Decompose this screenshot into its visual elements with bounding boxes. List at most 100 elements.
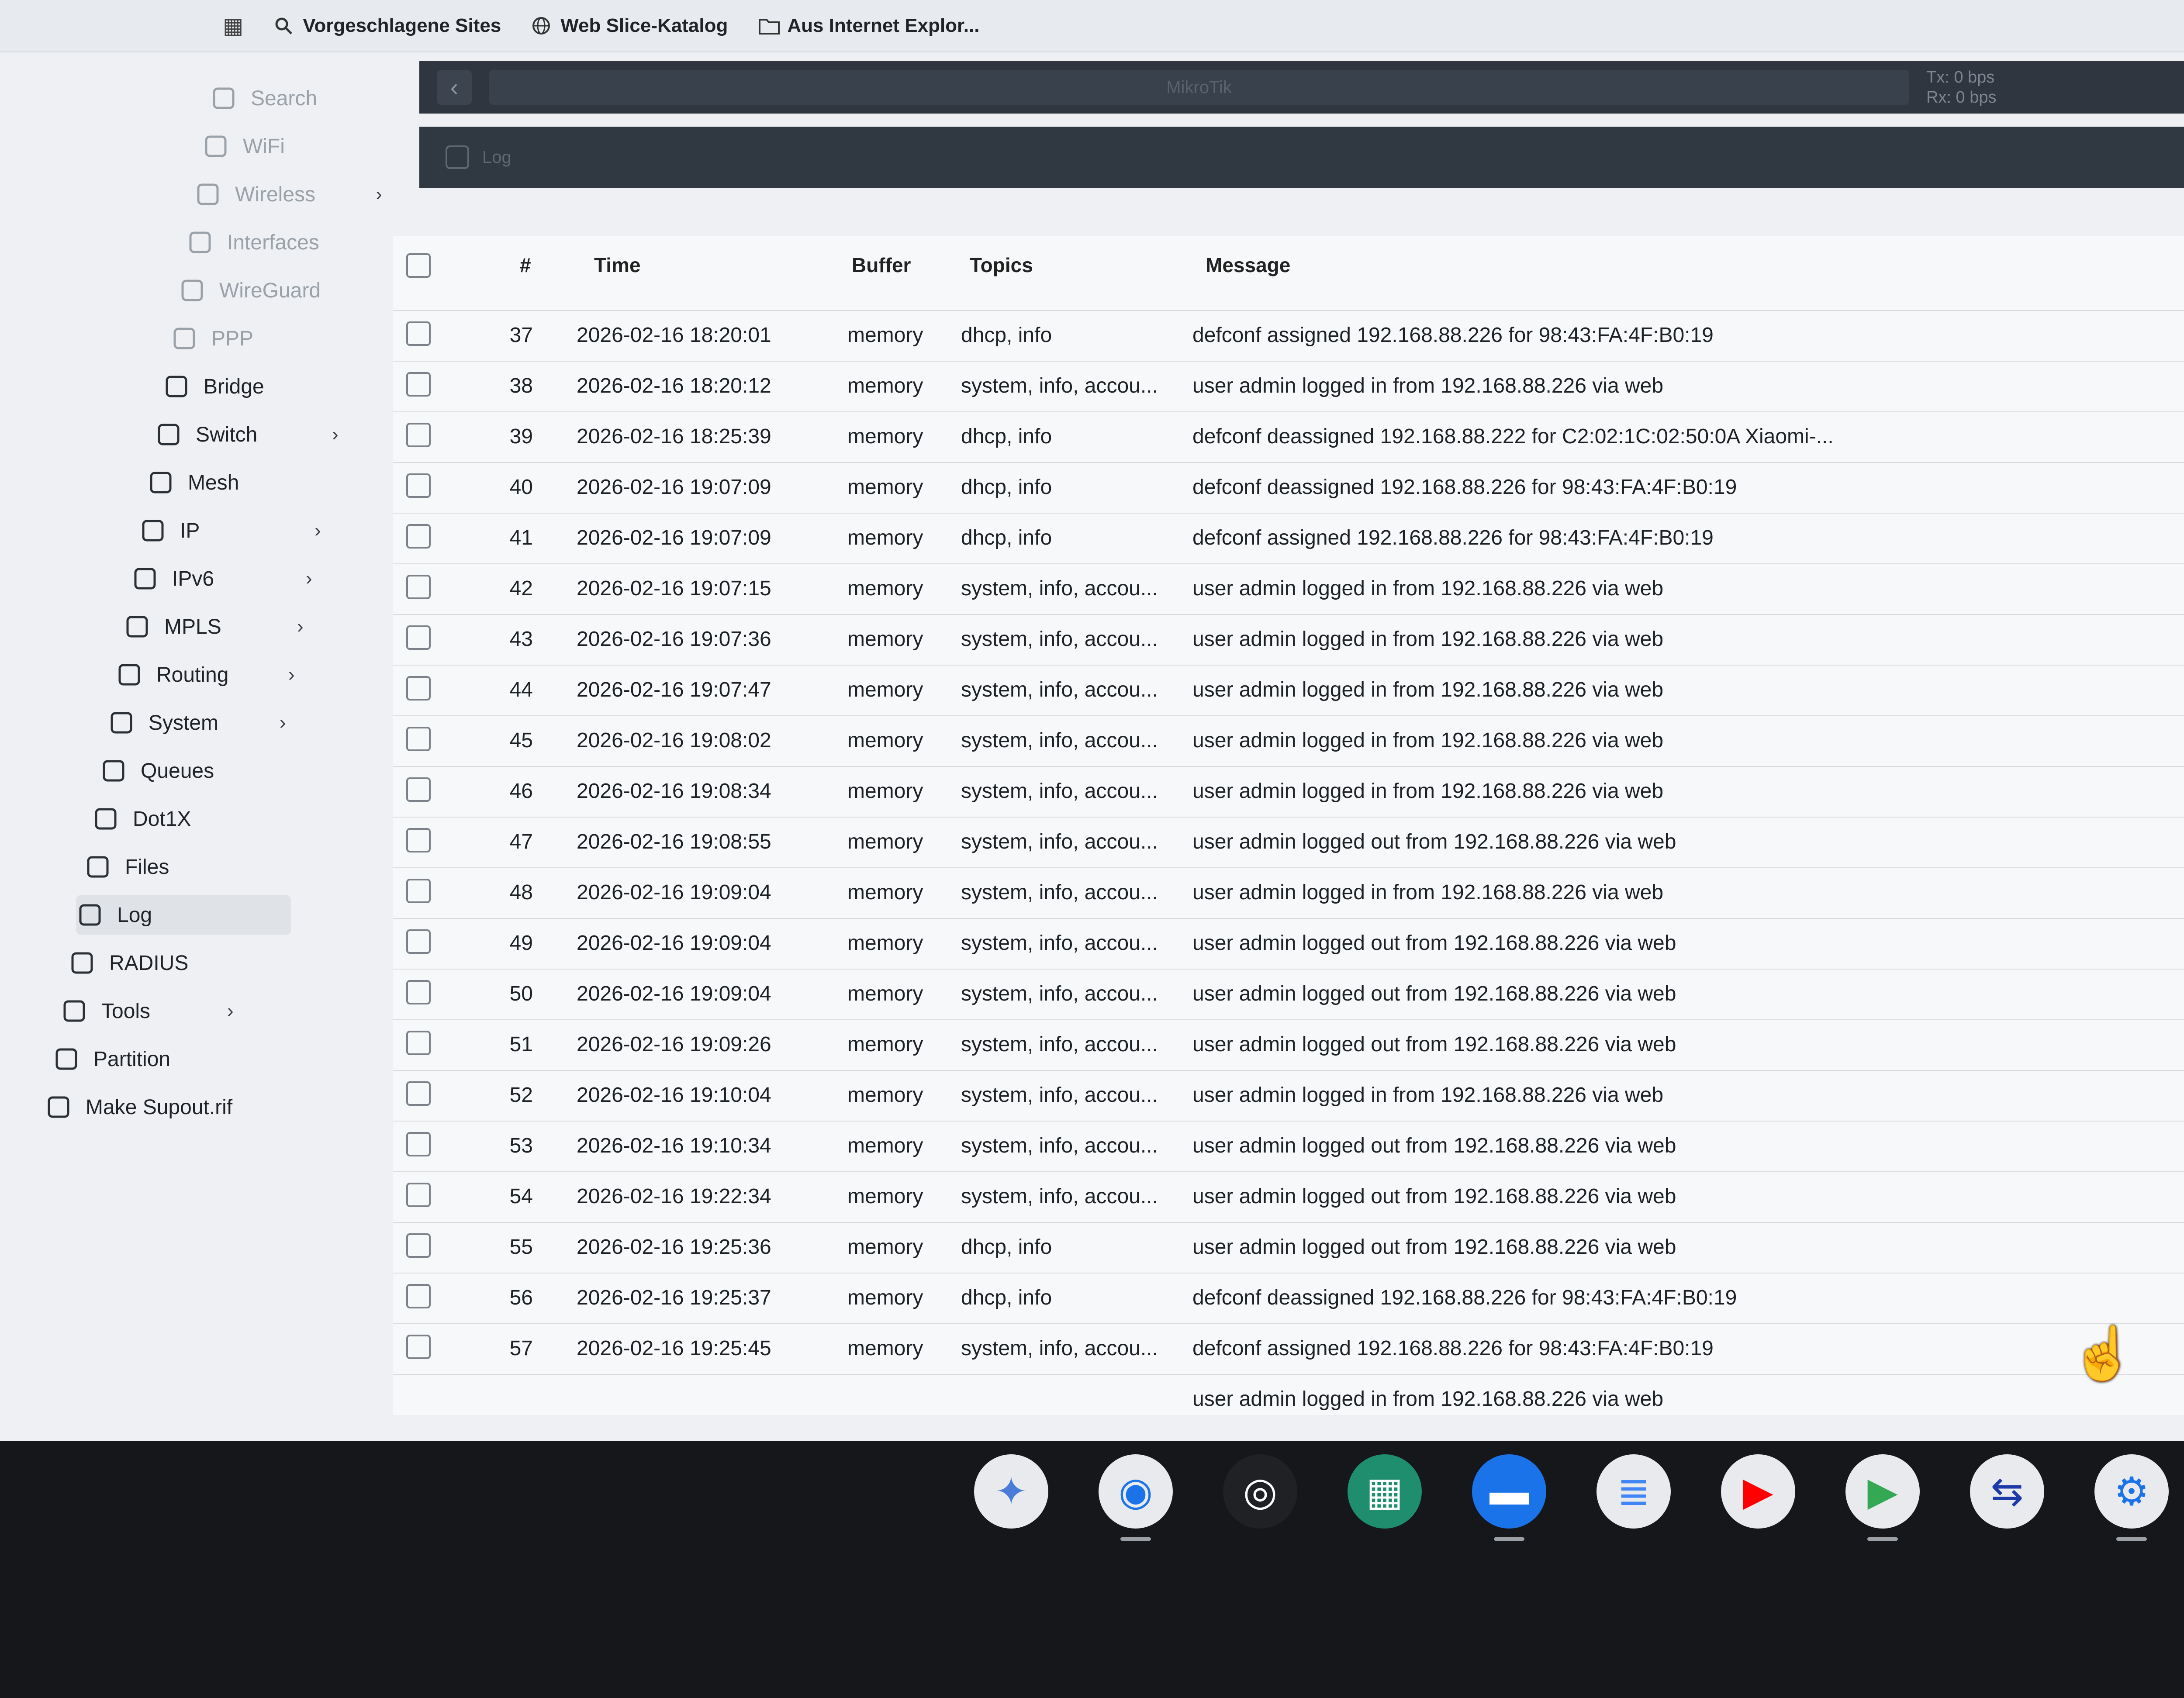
cell-num: 43: [509, 628, 533, 651]
table-row[interactable]: 39 2026-02-16 18:25:39 memory dhcp, info def…: [393, 411, 2184, 460]
row-checkbox[interactable]: [406, 321, 431, 346]
table-row[interactable]: 54 2026-02-16 19:22:34 memory system, info,…: [393, 1171, 2184, 1220]
settings-icon[interactable]: ⚙: [2094, 1454, 2169, 1529]
chevron-right-icon: ›: [227, 1000, 234, 1022]
row-checkbox[interactable]: [406, 777, 431, 802]
cell-time: 2026-02-16 19:10:34: [577, 1134, 771, 1157]
table-row[interactable]: 38 2026-02-16 18:20:12 memory system, info,…: [393, 361, 2184, 410]
row-checkbox[interactable]: [406, 879, 431, 903]
column-header-buffer[interactable]: Buffer: [852, 253, 911, 277]
docs-icon[interactable]: ≣: [1597, 1454, 1671, 1529]
podcast-icon[interactable]: ◎: [1223, 1454, 1297, 1529]
play-store-icon[interactable]: ▶: [1845, 1454, 1920, 1529]
table-row[interactable]: 55 2026-02-16 19:25:36 memory dhcp, info use…: [393, 1222, 2184, 1271]
favorite-folder-internet-explorer[interactable]: Aus Internet Explor...: [758, 15, 979, 37]
table-row[interactable]: 47 2026-02-16 19:08:55 memory system, info,…: [393, 817, 2184, 866]
favorite-suggested-sites[interactable]: Vorgeschlagene Sites: [274, 15, 501, 37]
row-checkbox[interactable]: [406, 524, 431, 549]
sidebar-item-ppp[interactable]: PPP: [170, 319, 406, 358]
table-row[interactable]: 44 2026-02-16 19:07:47 memory system, info,…: [393, 665, 2184, 714]
favorite-web-slice-gallery[interactable]: Web Slice-Katalog: [532, 15, 728, 37]
cell-num: 40: [509, 476, 533, 499]
sidebar-item-mesh[interactable]: Mesh: [147, 463, 377, 502]
launcher-icon[interactable]: ▦: [1348, 1454, 1422, 1529]
cell-buffer: memory: [847, 1134, 923, 1157]
sidebar-item-mpls[interactable]: MPLS ›: [123, 607, 349, 646]
table-row[interactable]: 42 2026-02-16 19:07:15 memory system, info,…: [393, 563, 2184, 612]
row-checkbox[interactable]: [406, 1081, 431, 1106]
row-checkbox[interactable]: [406, 1284, 431, 1308]
row-checkbox[interactable]: [406, 625, 431, 650]
cell-topics: system, info, accou...: [961, 1337, 1158, 1360]
sidebar-item-make-supout-rif[interactable]: Make Supout.rif: [45, 1087, 252, 1127]
remote-desktop-icon[interactable]: ⇆: [1970, 1454, 2044, 1529]
table-row[interactable]: 51 2026-02-16 19:09:26 memory system, info,…: [393, 1019, 2184, 1068]
apps-grid-icon[interactable]: ▦: [223, 13, 243, 38]
row-checkbox[interactable]: [406, 1233, 431, 1258]
cell-message: user admin logged out from 192.168.88.22…: [1192, 830, 1676, 853]
chrome-icon[interactable]: ◉: [1099, 1454, 1173, 1529]
row-checkbox[interactable]: [406, 828, 431, 852]
row-checkbox[interactable]: [406, 980, 431, 1004]
sidebar-item-tools[interactable]: Tools ›: [60, 991, 272, 1031]
table-row[interactable]: 46 2026-02-16 19:08:34 memory system, info,…: [393, 766, 2184, 815]
sidebar-item-label: Tools: [101, 999, 151, 1023]
table-row[interactable]: 40 2026-02-16 19:07:09 memory dhcp, info def…: [393, 462, 2184, 511]
select-all-checkbox[interactable]: [406, 253, 431, 278]
search-icon: [210, 84, 238, 112]
gemini-icon[interactable]: ✦: [974, 1454, 1048, 1529]
cell-num: 49: [509, 932, 533, 955]
youtube-icon[interactable]: ▶: [1721, 1454, 1795, 1529]
column-header-time[interactable]: Time: [594, 253, 641, 277]
sidebar-item-ipv6[interactable]: IPv6 ›: [131, 559, 358, 598]
table-row[interactable]: 57 2026-02-16 19:25:45 memory system, info,…: [393, 1323, 2184, 1372]
cell-message: user admin logged out from 192.168.88.22…: [1192, 1185, 1676, 1208]
table-row[interactable]: 52 2026-02-16 19:10:04 memory system, info,…: [393, 1070, 2184, 1119]
chevron-right-icon: ›: [376, 183, 382, 205]
table-row[interactable]: 48 2026-02-16 19:09:04 memory system, info,…: [393, 867, 2184, 916]
table-row[interactable]: user admin logged in from 192.168.88.226…: [393, 1374, 2184, 1423]
files-icon[interactable]: ▬: [1472, 1454, 1546, 1529]
sidebar-item-routing[interactable]: Routing ›: [115, 655, 339, 694]
sidebar-item-queues[interactable]: Queues: [100, 751, 320, 790]
table-row[interactable]: 56 2026-02-16 19:25:37 memory dhcp, info def…: [393, 1273, 2184, 1322]
row-checkbox[interactable]: [406, 473, 431, 498]
column-header-num[interactable]: #: [520, 253, 531, 277]
sidebar-item-ip[interactable]: IP ›: [139, 511, 368, 550]
row-checkbox[interactable]: [406, 676, 431, 701]
sidebar-item-switch[interactable]: Switch ›: [155, 415, 387, 454]
table-row[interactable]: 43 2026-02-16 19:07:36 memory system, info,…: [393, 614, 2184, 663]
row-checkbox[interactable]: [406, 423, 431, 447]
column-header-topics[interactable]: Topics: [970, 253, 1033, 277]
sidebar-item-search[interactable]: Search: [210, 79, 454, 118]
sidebar-item-system[interactable]: System ›: [107, 703, 329, 742]
table-row[interactable]: 49 2026-02-16 19:09:04 memory system, info,…: [393, 918, 2184, 967]
row-checkbox[interactable]: [406, 1031, 431, 1055]
table-row[interactable]: 41 2026-02-16 19:07:09 memory dhcp, info def…: [393, 513, 2184, 562]
row-checkbox[interactable]: [406, 727, 431, 751]
row-checkbox[interactable]: [406, 929, 431, 954]
row-checkbox[interactable]: [406, 1183, 431, 1207]
row-checkbox[interactable]: [406, 372, 431, 397]
sidebar-item-log[interactable]: Log: [76, 895, 291, 935]
sidebar-item-wireless[interactable]: Wireless ›: [194, 175, 435, 214]
table-row[interactable]: 45 2026-02-16 19:08:02 memory system, info,…: [393, 715, 2184, 764]
table-row[interactable]: 50 2026-02-16 19:09:04 memory system, info,…: [393, 969, 2184, 1018]
sidebar-item-radius[interactable]: RADIUS: [68, 943, 281, 983]
table-row[interactable]: 53 2026-02-16 19:10:34 memory system, info,…: [393, 1121, 2184, 1170]
sidebar-item-bridge[interactable]: Bridge: [162, 367, 397, 406]
sidebar-item-partition[interactable]: Partition: [52, 1039, 262, 1079]
row-checkbox[interactable]: [406, 1132, 431, 1156]
column-header-message[interactable]: Message: [1206, 253, 1290, 277]
sidebar-item-wireguard[interactable]: WireGuard: [178, 271, 416, 310]
row-checkbox[interactable]: [406, 575, 431, 599]
table-row[interactable]: 37 2026-02-16 18:20:01 memory dhcp, info def…: [393, 310, 2184, 359]
sidebar-item-wifi[interactable]: WiFi: [202, 127, 445, 166]
router-identity: MikroTik: [489, 70, 1909, 105]
sidebar-item-files[interactable]: Files: [84, 847, 301, 887]
sidebar-item-dot1x[interactable]: Dot1X: [92, 799, 310, 839]
chevron-right-icon: ›: [314, 520, 321, 541]
sidebar-item-label: Partition: [93, 1047, 171, 1071]
sidebar-item-interfaces[interactable]: Interfaces: [186, 223, 425, 262]
row-checkbox[interactable]: [406, 1335, 431, 1359]
